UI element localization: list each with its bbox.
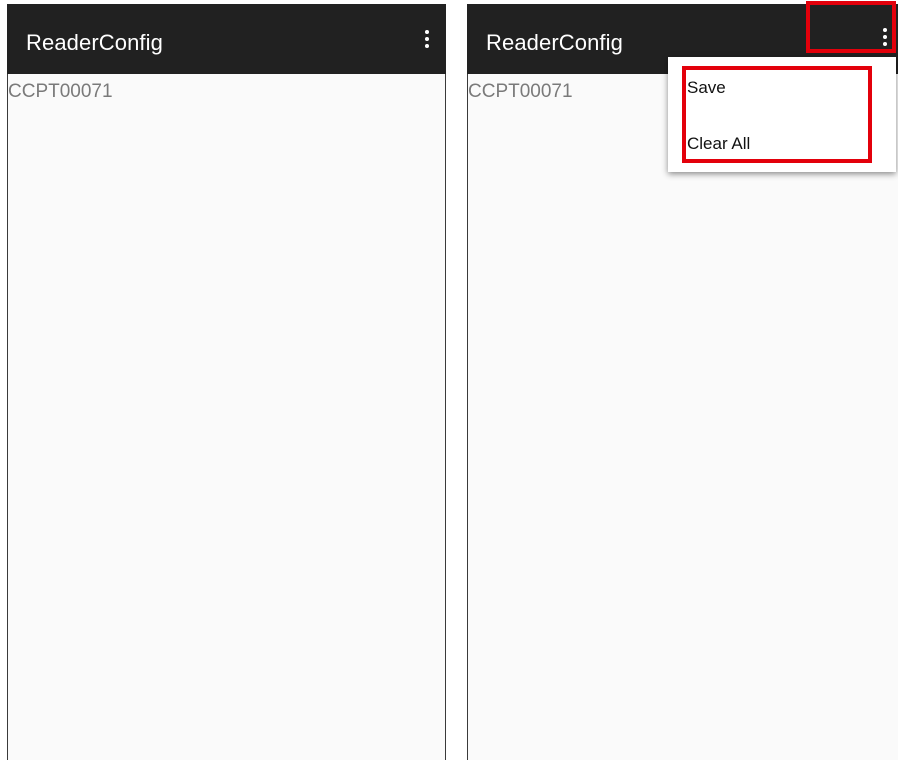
screen-after: ReaderConfig CCPT00071 Save Clear All xyxy=(467,1,898,760)
menu-item-clear-all[interactable]: Clear All xyxy=(687,134,750,154)
device-id-text: CCPT00071 xyxy=(468,81,573,102)
screen-before: ReaderConfig CCPT00071 xyxy=(7,4,446,760)
app-title: ReaderConfig xyxy=(26,30,163,55)
overflow-menu: Save Clear All xyxy=(668,57,896,172)
more-vert-icon[interactable] xyxy=(418,24,436,54)
more-vert-icon[interactable] xyxy=(876,22,894,52)
device-id-text: CCPT00071 xyxy=(8,81,113,102)
app-title: ReaderConfig xyxy=(486,30,623,55)
app-bar: ReaderConfig xyxy=(7,4,446,74)
menu-item-save[interactable]: Save xyxy=(687,78,726,98)
